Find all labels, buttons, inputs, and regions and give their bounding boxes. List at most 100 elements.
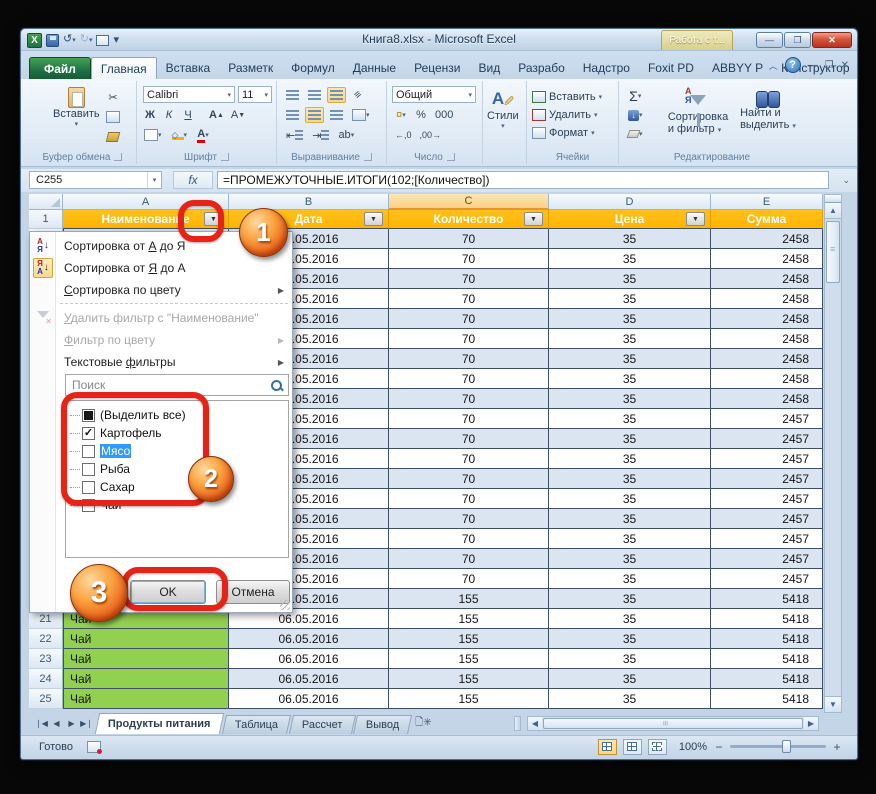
bold-button[interactable]: Ж: [141, 107, 159, 123]
close-button[interactable]: ✕: [812, 32, 852, 48]
cell-qty[interactable]: 70: [389, 269, 549, 289]
qty-filter-button[interactable]: ▼: [524, 212, 543, 226]
first-sheet-icon[interactable]: ❘◀: [35, 719, 48, 728]
cell-sum[interactable]: 2458: [711, 369, 823, 389]
cell-qty[interactable]: 70: [389, 369, 549, 389]
increase-indent-icon[interactable]: ⇥: [309, 127, 332, 143]
cell-qty[interactable]: 70: [389, 309, 549, 329]
underline-button[interactable]: Ч: [179, 107, 197, 123]
cell-qty[interactable]: 70: [389, 509, 549, 529]
tab-главная[interactable]: Главная: [91, 57, 157, 79]
font-size-combo[interactable]: 11▾: [238, 86, 272, 103]
cell-qty[interactable]: 70: [389, 549, 549, 569]
font-color-icon[interactable]: А▾: [194, 127, 212, 143]
merge-center-icon[interactable]: ▾: [349, 107, 373, 123]
zoom-in-icon[interactable]: +: [831, 740, 843, 754]
cell-sum[interactable]: 5418: [711, 649, 823, 669]
search-icon[interactable]: [270, 379, 283, 392]
doc-minimize-icon[interactable]: —: [808, 60, 818, 71]
cell-sum[interactable]: 2458: [711, 389, 823, 409]
number-dialog-launcher[interactable]: [447, 153, 455, 161]
align-bottom-icon[interactable]: [327, 87, 346, 103]
tab-abbyy p[interactable]: ABBYY P: [703, 57, 772, 79]
menu-sort-za[interactable]: Сортировка от Я до А: [57, 257, 290, 279]
font-dialog-launcher[interactable]: [221, 153, 229, 161]
collapse-ribbon-icon[interactable]: ︿: [769, 59, 778, 72]
cell-sum[interactable]: 2457: [711, 429, 823, 449]
delete-cells-button[interactable]: Удалить▾: [532, 106, 602, 124]
cell-qty[interactable]: 70: [389, 349, 549, 369]
borders-icon[interactable]: ▾: [141, 127, 165, 143]
column-header-D[interactable]: D: [549, 194, 711, 210]
page-break-view-button[interactable]: [648, 739, 667, 755]
price-filter-button[interactable]: ▼: [686, 212, 705, 226]
cell-sum[interactable]: 5418: [711, 669, 823, 689]
sheet-tab-продукты-питания[interactable]: Продукты питания: [95, 713, 224, 734]
fill-color-icon[interactable]: ◇▾: [169, 127, 191, 143]
prev-sheet-icon[interactable]: ◀: [50, 719, 63, 728]
contextual-tab-header[interactable]: Работа с т...: [661, 30, 733, 50]
cell-price[interactable]: 35: [549, 369, 711, 389]
sort-filter-button[interactable]: АЯ Сортировкаи фильтр ▾: [663, 87, 733, 137]
cell-price[interactable]: 35: [549, 569, 711, 589]
alignment-dialog-launcher[interactable]: [364, 153, 372, 161]
cell-sum[interactable]: 2457: [711, 509, 823, 529]
cell-qty[interactable]: 70: [389, 229, 549, 249]
cell-qty[interactable]: 70: [389, 469, 549, 489]
cell-price[interactable]: 35: [549, 269, 711, 289]
format-painter-icon[interactable]: [103, 129, 123, 145]
fill-icon[interactable]: ↓▾: [625, 107, 646, 123]
increase-font-icon[interactable]: А▲: [206, 107, 227, 123]
zoom-out-icon[interactable]: −: [713, 740, 725, 754]
cell-sum[interactable]: 2458: [711, 309, 823, 329]
doc-close-icon[interactable]: ✕: [841, 60, 849, 71]
sheet-tab-вывод[interactable]: Вывод: [353, 715, 412, 734]
column-header-C[interactable]: C: [389, 194, 549, 210]
cell-price[interactable]: 35: [549, 289, 711, 309]
cell-sum[interactable]: 2457: [711, 489, 823, 509]
cell-date[interactable]: 06.05.2016: [229, 649, 389, 669]
row-header-25[interactable]: 25: [29, 689, 63, 709]
insert-sheet-icon[interactable]: 🗋✳: [412, 713, 434, 734]
tab-scrollbar-splitter[interactable]: [514, 716, 521, 731]
cell-price[interactable]: 35: [549, 549, 711, 569]
cell-price[interactable]: 35: [549, 529, 711, 549]
sheet-tab-рассчет[interactable]: Рассчет: [289, 715, 356, 734]
cell-sum[interactable]: 2457: [711, 409, 823, 429]
tab-формул[interactable]: Формул: [282, 57, 344, 79]
menu-text-filters[interactable]: Текстовые фильтры ▶: [57, 351, 290, 373]
cell-price[interactable]: 35: [549, 389, 711, 409]
zoom-slider[interactable]: [730, 745, 826, 748]
tab-разрабо[interactable]: Разрабо: [509, 57, 574, 79]
tab-файл[interactable]: Файл: [29, 57, 91, 79]
cell-qty[interactable]: 70: [389, 569, 549, 589]
cell-price[interactable]: 35: [549, 489, 711, 509]
cell-name[interactable]: Чай: [63, 629, 229, 649]
cell-name[interactable]: Чай: [63, 689, 229, 709]
row-header-22[interactable]: 22: [29, 629, 63, 649]
orientation-icon[interactable]: ≡: [346, 83, 370, 107]
cell-qty[interactable]: 155: [389, 609, 549, 629]
font-name-combo[interactable]: Calibri▾: [143, 86, 235, 103]
cell-sum[interactable]: 2458: [711, 289, 823, 309]
cell-price[interactable]: 35: [549, 469, 711, 489]
horizontal-scroll-thumb[interactable]: [543, 718, 803, 729]
formula-input[interactable]: =ПРОМЕЖУТОЧНЫЕ.ИТОГИ(102;[Количество]): [217, 171, 829, 189]
cell-qty[interactable]: 155: [389, 669, 549, 689]
normal-view-button[interactable]: [598, 739, 617, 755]
popup-resize-grip[interactable]: [280, 600, 290, 610]
align-left-icon[interactable]: [283, 107, 302, 123]
decrease-indent-icon[interactable]: ⇤: [283, 127, 306, 143]
cell-price[interactable]: 35: [549, 649, 711, 669]
cell-price[interactable]: 35: [549, 309, 711, 329]
cell-qty[interactable]: 70: [389, 389, 549, 409]
cell-sum[interactable]: 2457: [711, 469, 823, 489]
name-box-dropdown-icon[interactable]: ▾: [147, 172, 161, 188]
row-header-1[interactable]: 1: [29, 210, 63, 229]
horizontal-scrollbar[interactable]: ◀ ▶: [527, 716, 819, 731]
cell-qty[interactable]: 155: [389, 649, 549, 669]
cell-qty[interactable]: 70: [389, 489, 549, 509]
align-right-icon[interactable]: [327, 107, 346, 123]
tab-разметк[interactable]: Разметк: [219, 57, 282, 79]
percent-icon[interactable]: %: [412, 107, 430, 123]
